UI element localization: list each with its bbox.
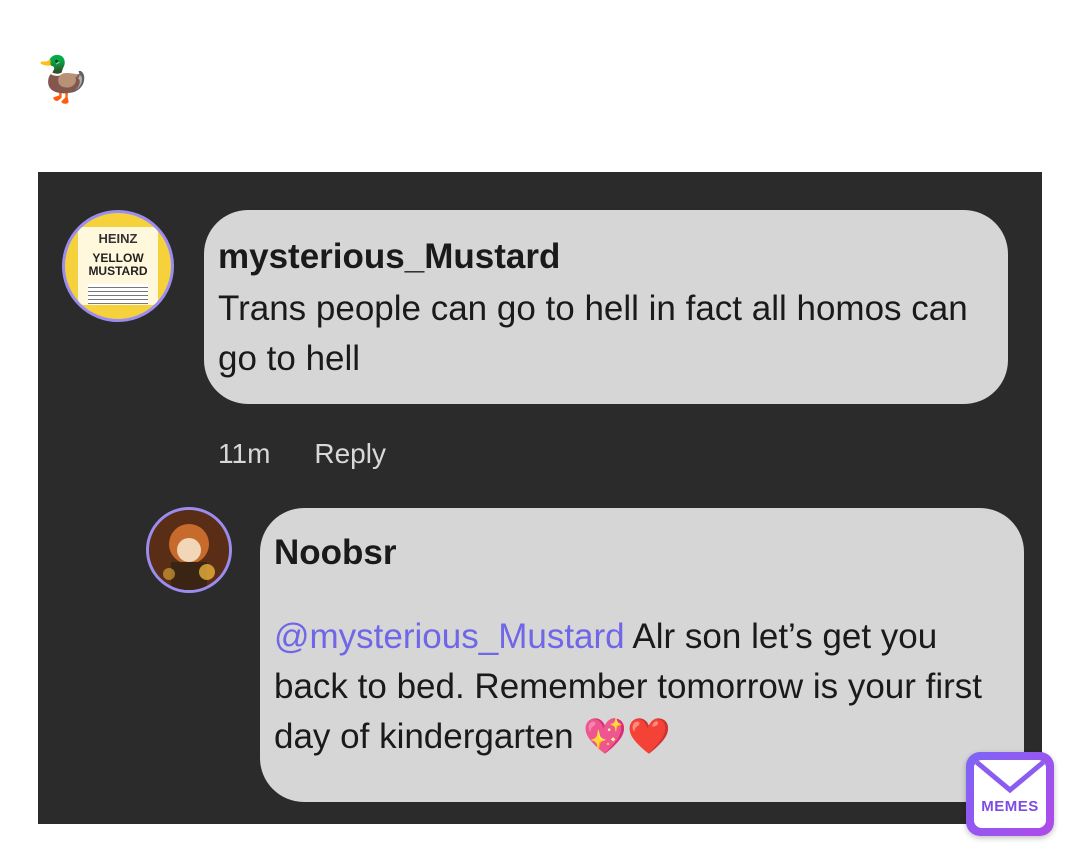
reply-bubble: Noobsr @mysterious_Mustard Alr son let’s… xyxy=(260,508,1024,802)
heinz-brand-text: HEINZ xyxy=(98,231,138,246)
comment-thread: HEINZ YELLOW MUSTARD mysterious_Mustard … xyxy=(38,172,1042,824)
label-fine-print xyxy=(88,284,148,304)
reply-username[interactable]: Noobsr xyxy=(274,532,1006,574)
duck-emoji: 🦆 xyxy=(36,54,91,105)
comment-meta: 11m Reply xyxy=(218,438,386,470)
comment-text: Trans people can go to hell in fact all … xyxy=(218,289,968,378)
yellow-mustard-text: YELLOW MUSTARD xyxy=(88,251,148,278)
reply-button[interactable]: Reply xyxy=(314,438,386,470)
comment-timestamp: 11m xyxy=(218,438,271,469)
memes-watermark-logo: MEMES xyxy=(966,752,1054,836)
reply-text: @mysterious_Mustard Alr son let’s get yo… xyxy=(274,612,1006,762)
anime-avatar-image xyxy=(149,510,229,590)
envelope-icon: MEMES xyxy=(974,760,1046,828)
comment-username[interactable]: mysterious_Mustard xyxy=(218,236,992,278)
mustard-label-image: HEINZ YELLOW MUSTARD xyxy=(78,227,158,305)
mention-link[interactable]: @mysterious_Mustard xyxy=(274,617,625,656)
comment-bubble: mysterious_Mustard Trans people can go t… xyxy=(204,210,1008,404)
avatar-mysterious-mustard[interactable]: HEINZ YELLOW MUSTARD xyxy=(62,210,174,322)
avatar-noobsr[interactable] xyxy=(146,507,232,593)
memes-logo-text: MEMES xyxy=(981,798,1039,815)
